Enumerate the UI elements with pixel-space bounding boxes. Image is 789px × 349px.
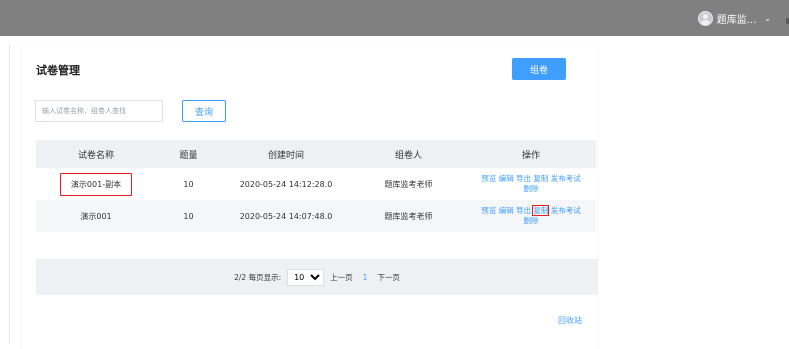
copy-link[interactable]: 复制 (532, 205, 550, 216)
column-header-actions: 操作 (521, 150, 540, 161)
prev-page-button[interactable]: 上一页 (330, 272, 353, 283)
column-header-author: 组卷人 (394, 150, 422, 161)
delete-link[interactable]: 删除 (524, 216, 539, 225)
user-name: 题库监... (716, 14, 757, 26)
edit-link[interactable]: 编辑 (499, 174, 514, 183)
compose-paper-button[interactable]: 组卷 (512, 58, 566, 80)
question-count: 10 (183, 179, 194, 189)
paper-name: 演示001-副本 (59, 172, 133, 196)
table-row: 演示001-副本 10 2020-05-24 14:12:28.0 题库监考老师… (36, 168, 596, 200)
avatar (697, 10, 713, 26)
export-link[interactable]: 导出 (516, 174, 531, 183)
top-bar: 题库监... ⌄ (0, 0, 789, 36)
author: 题库监考老师 (384, 179, 433, 189)
publish-exam-link[interactable]: 发布考试 (551, 206, 581, 215)
export-link[interactable]: 导出 (516, 206, 531, 215)
author: 题库监考老师 (384, 211, 433, 221)
question-count: 10 (183, 211, 194, 221)
recycle-bin-link[interactable]: 回收站 (558, 315, 582, 326)
table-row: 演示001 10 2020-05-24 14:07:48.0 题库监考老师 预览… (36, 200, 596, 232)
copy-link[interactable]: 复制 (533, 174, 548, 183)
page-size-select[interactable]: 10 (287, 268, 325, 286)
next-page-button[interactable]: 下一页 (377, 272, 400, 283)
current-page[interactable]: 1 (363, 273, 368, 282)
created-time: 2020-05-24 14:12:28.0 (239, 179, 333, 189)
chevron-down-icon[interactable]: ⌄ (764, 14, 771, 23)
column-header-count: 题量 (179, 150, 198, 161)
preview-link[interactable]: 预览 (481, 206, 496, 215)
search-button[interactable]: 查询 (182, 100, 226, 122)
created-time: 2020-05-24 14:07:48.0 (239, 211, 333, 221)
edit-link[interactable]: 编辑 (499, 206, 514, 215)
user-menu[interactable]: 题库监... ⌄ (697, 9, 771, 27)
page-title: 试卷管理 (36, 64, 80, 77)
table-header: 试卷名称 题量 创建时间 组卷人 操作 (36, 140, 596, 168)
column-header-created: 创建时间 (267, 150, 304, 161)
row-actions: 预览 编辑 导出 复制 发布考试 删除 (466, 174, 596, 194)
preview-link[interactable]: 预览 (481, 174, 496, 183)
sidebar-divider (9, 44, 10, 344)
paper-table: 试卷名称 题量 创建时间 组卷人 操作 演示001-副本 10 2020-05-… (36, 140, 596, 232)
paper-name: 演示001 (80, 211, 112, 221)
column-header-name: 试卷名称 (77, 150, 114, 161)
publish-exam-link[interactable]: 发布考试 (551, 174, 581, 183)
pagination: 2/2 每页显示: 10 上一页 1 下一页 (36, 259, 598, 295)
search-input[interactable] (35, 100, 163, 122)
row-actions: 预览 编辑 导出 复制 发布考试 删除 (466, 205, 596, 226)
page-summary: 2/2 每页显示: (234, 272, 282, 282)
delete-link[interactable]: 删除 (524, 184, 539, 193)
